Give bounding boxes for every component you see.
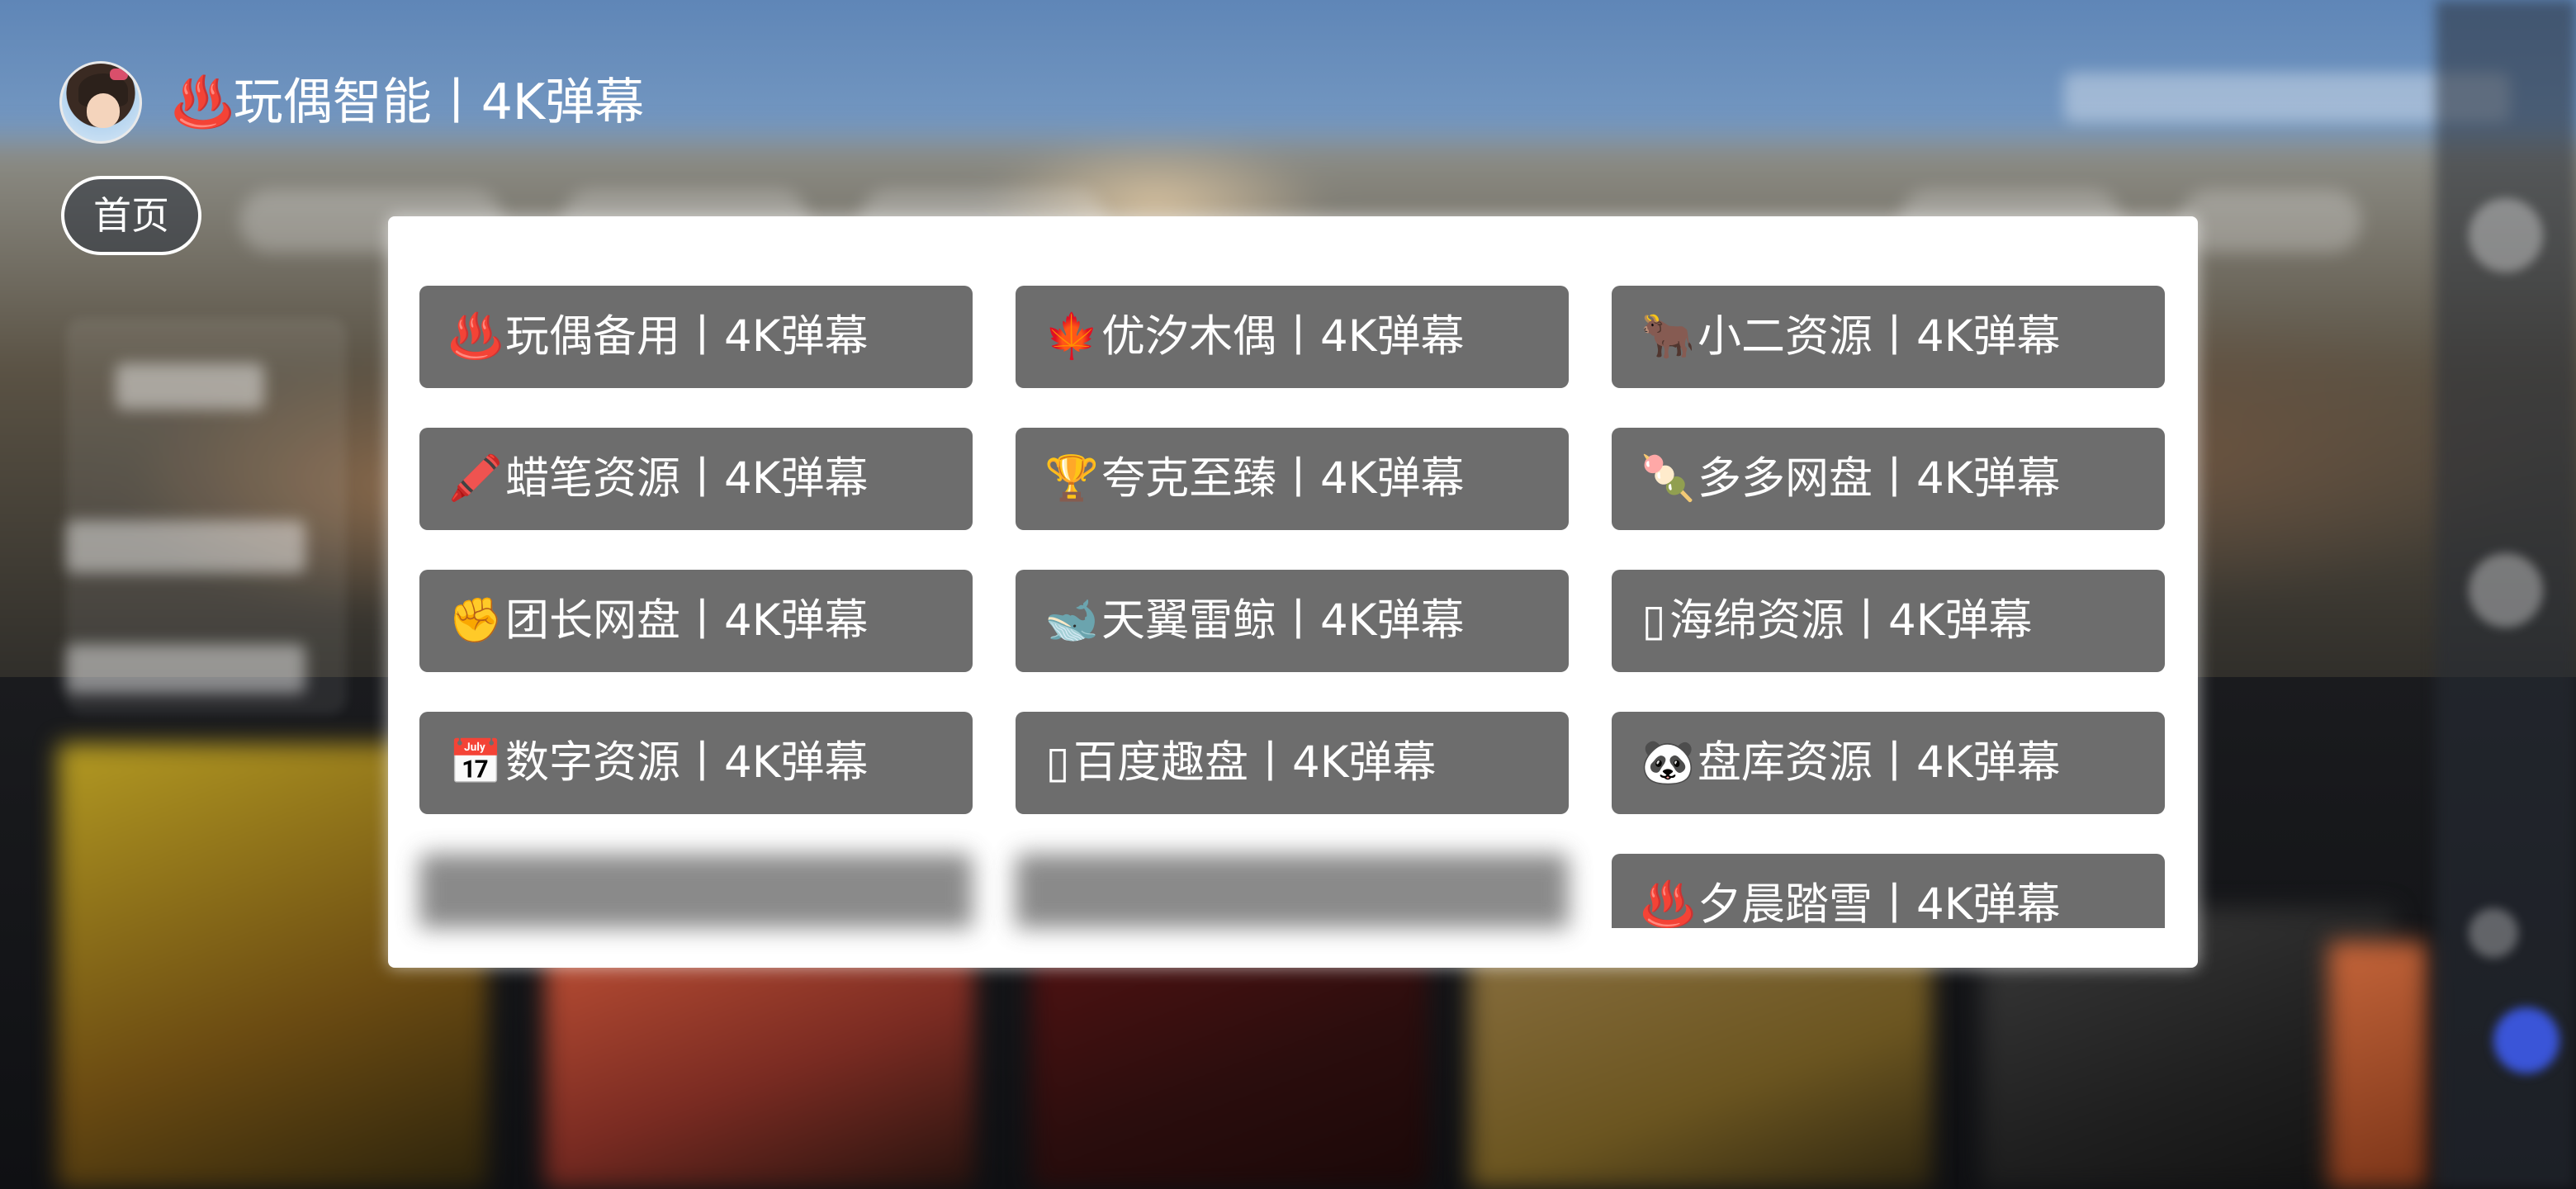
avatar-bow (110, 69, 128, 80)
rail-icon[interactable] (2493, 1007, 2559, 1073)
blurred-category-tab[interactable] (2180, 190, 2361, 253)
user-avatar[interactable] (59, 61, 142, 144)
source-button[interactable]: 🐂小二资源丨4K弹幕 (1612, 286, 2165, 388)
blurred-poster[interactable] (2328, 941, 2427, 1189)
tab-home[interactable]: 首页 (61, 176, 201, 255)
source-button[interactable]: 🍡多多网盘丨4K弹幕 (1612, 428, 2165, 530)
blurred-side-text (66, 644, 305, 694)
missing-glyph-icon: ▯ (1641, 595, 1666, 646)
source-button[interactable]: ♨️玩偶备用丨4K弹幕 (419, 286, 973, 388)
app-title[interactable]: ♨️玩偶智能丨4K弹幕 (172, 69, 644, 135)
source-label: 玩偶备用丨4K弹幕 (505, 311, 869, 362)
fist-icon: ✊ (448, 595, 503, 646)
source-button[interactable]: 🖍️蜡笔资源丨4K弹幕 (419, 428, 973, 530)
source-label: 夸克至臻丨4K弹幕 (1101, 453, 1465, 504)
source-label: 多多网盘丨4K弹幕 (1698, 453, 2061, 504)
hot-springs-icon: ♨️ (448, 311, 503, 362)
source-button[interactable]: ✊团长网盘丨4K弹幕 (419, 570, 973, 672)
source-label: 海绵资源丨4K弹幕 (1669, 595, 2033, 646)
source-button[interactable]: 🏆夸克至臻丨4K弹幕 (1016, 428, 1569, 530)
rail-icon[interactable] (2469, 198, 2543, 272)
rail-icon[interactable] (2469, 908, 2518, 958)
source-button[interactable]: 🐼盘库资源丨4K弹幕 (1612, 712, 2165, 814)
source-label: 优汐木偶丨4K弹幕 (1101, 311, 1465, 362)
source-label: 数字资源丨4K弹幕 (505, 737, 869, 788)
source-label: 小二资源丨4K弹幕 (1698, 311, 2061, 362)
crayon-icon: 🖍️ (448, 453, 503, 504)
source-button[interactable]: 📅数字资源丨4K弹幕 (419, 712, 973, 814)
maple-leaf-icon: 🍁 (1044, 311, 1099, 362)
missing-glyph-icon: ▯ (1045, 737, 1070, 788)
source-label: 百度趣盘丨4K弹幕 (1073, 737, 1437, 788)
ox-icon: 🐂 (1641, 311, 1695, 362)
blurred-side-text (116, 363, 264, 410)
source-label: 团长网盘丨4K弹幕 (505, 595, 869, 646)
calendar-icon: 📅 (448, 737, 503, 788)
screen: ♨️玩偶智能丨4K弹幕 首页 ♨️玩偶备用丨4K弹幕 🍁优汐木偶丨4K弹幕 🐂小… (0, 0, 2576, 1189)
source-button[interactable]: ♨️夕晨踏雪丨4K弹幕 (1612, 854, 2165, 928)
source-button-blurred[interactable] (419, 854, 973, 928)
hot-springs-icon: ♨️ (1641, 879, 1695, 928)
blurred-side-text (66, 520, 305, 573)
source-button[interactable]: ▯百度趣盘丨4K弹幕 (1016, 712, 1569, 814)
dango-icon: 🍡 (1641, 453, 1695, 504)
source-select-dialog: ♨️玩偶备用丨4K弹幕 🍁优汐木偶丨4K弹幕 🐂小二资源丨4K弹幕 🖍️蜡笔资源… (388, 216, 2198, 968)
source-button[interactable]: 🍁优汐木偶丨4K弹幕 (1016, 286, 1569, 388)
rail-icon[interactable] (2469, 553, 2543, 628)
whale-icon: 🐋 (1044, 595, 1099, 646)
trophy-icon: 🏆 (1044, 453, 1099, 504)
source-button-blurred[interactable] (1016, 854, 1569, 928)
source-label: 蜡笔资源丨4K弹幕 (505, 453, 869, 504)
panda-icon: 🐼 (1641, 737, 1695, 788)
source-label: 夕晨踏雪丨4K弹幕 (1698, 879, 2061, 928)
source-label: 盘库资源丨4K弹幕 (1698, 737, 2061, 788)
avatar-face (87, 93, 120, 128)
source-button[interactable]: ▯海绵资源丨4K弹幕 (1612, 570, 2165, 672)
source-label: 天翼雷鲸丨4K弹幕 (1101, 595, 1465, 646)
source-button[interactable]: 🐋天翼雷鲸丨4K弹幕 (1016, 570, 1569, 672)
